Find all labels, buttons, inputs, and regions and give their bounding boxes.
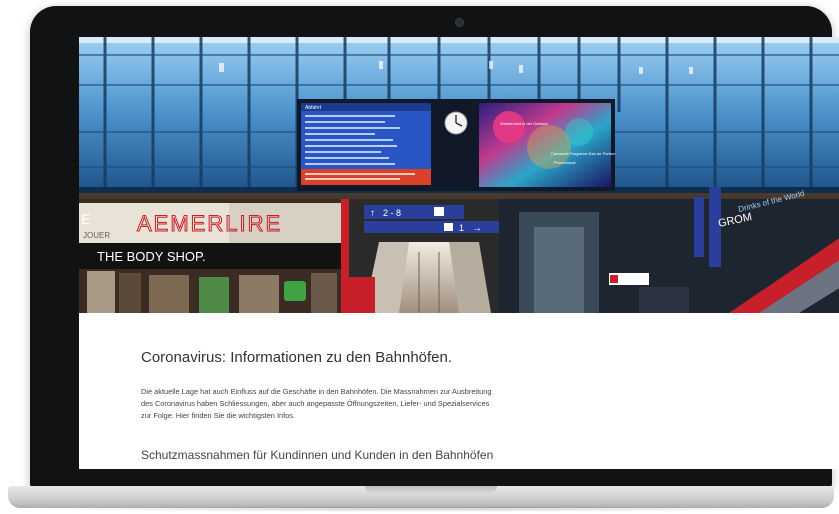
laptop-shadow [20,506,820,512]
camera-icon [455,18,464,27]
shopfront-left: E JOUER AEMERLIRE THE BODY SHOP. [79,199,349,313]
store-sign-body-shop: THE BODY SHOP. [97,249,206,264]
page-content: Coronavirus: Informationen zu den Bahnhö… [79,313,839,469]
platform-sign-arrow-right: → [472,223,482,234]
browser-viewport[interactable]: Abfahrt Weltneuheit in der Schweiz Carro… [79,37,839,469]
page-title: Coronavirus: Informationen zu den Bahnhö… [141,349,453,366]
hero-image: Abfahrt Weltneuheit in der Schweiz Carro… [79,37,839,313]
departure-board: Abfahrt Weltneuheit in der Schweiz Carro… [297,99,616,191]
shopfront-right: GROM Drinks of the World [499,187,839,313]
store-sign-fragment: E [81,211,90,227]
board-title: Abfahrt [305,105,322,111]
platform-sign-track: 1 [459,223,464,233]
platform-sign-lower: 1 → [364,221,499,234]
laptop-frame: Abfahrt Weltneuheit in der Schweiz Carro… [30,6,839,488]
intro-paragraph: Die aktuelle Lage hat auch Einfluss auf … [141,387,492,420]
platform-sign-upper: ↑ 2 - 8 [364,205,464,219]
laptop-notch [365,486,497,493]
platform-sign-tracks: 2 - 8 [383,208,401,218]
ad-brand: Promotional [554,160,575,165]
ad-badge: Weltneuheit in der Schweiz [500,121,548,126]
section-heading: Schutzmassnahmen für Kundinnen und Kunde… [141,448,494,462]
platform-sign-arrow-up: ↑ [370,208,375,219]
store-sign-jouer: JOUER [83,231,110,240]
person-icon [444,223,453,231]
store-sign-brand: AEMERLIRE [137,211,282,236]
train-icon [434,207,444,216]
ad-text: Carrousel Fragrance Eau de Parfum [551,151,616,156]
